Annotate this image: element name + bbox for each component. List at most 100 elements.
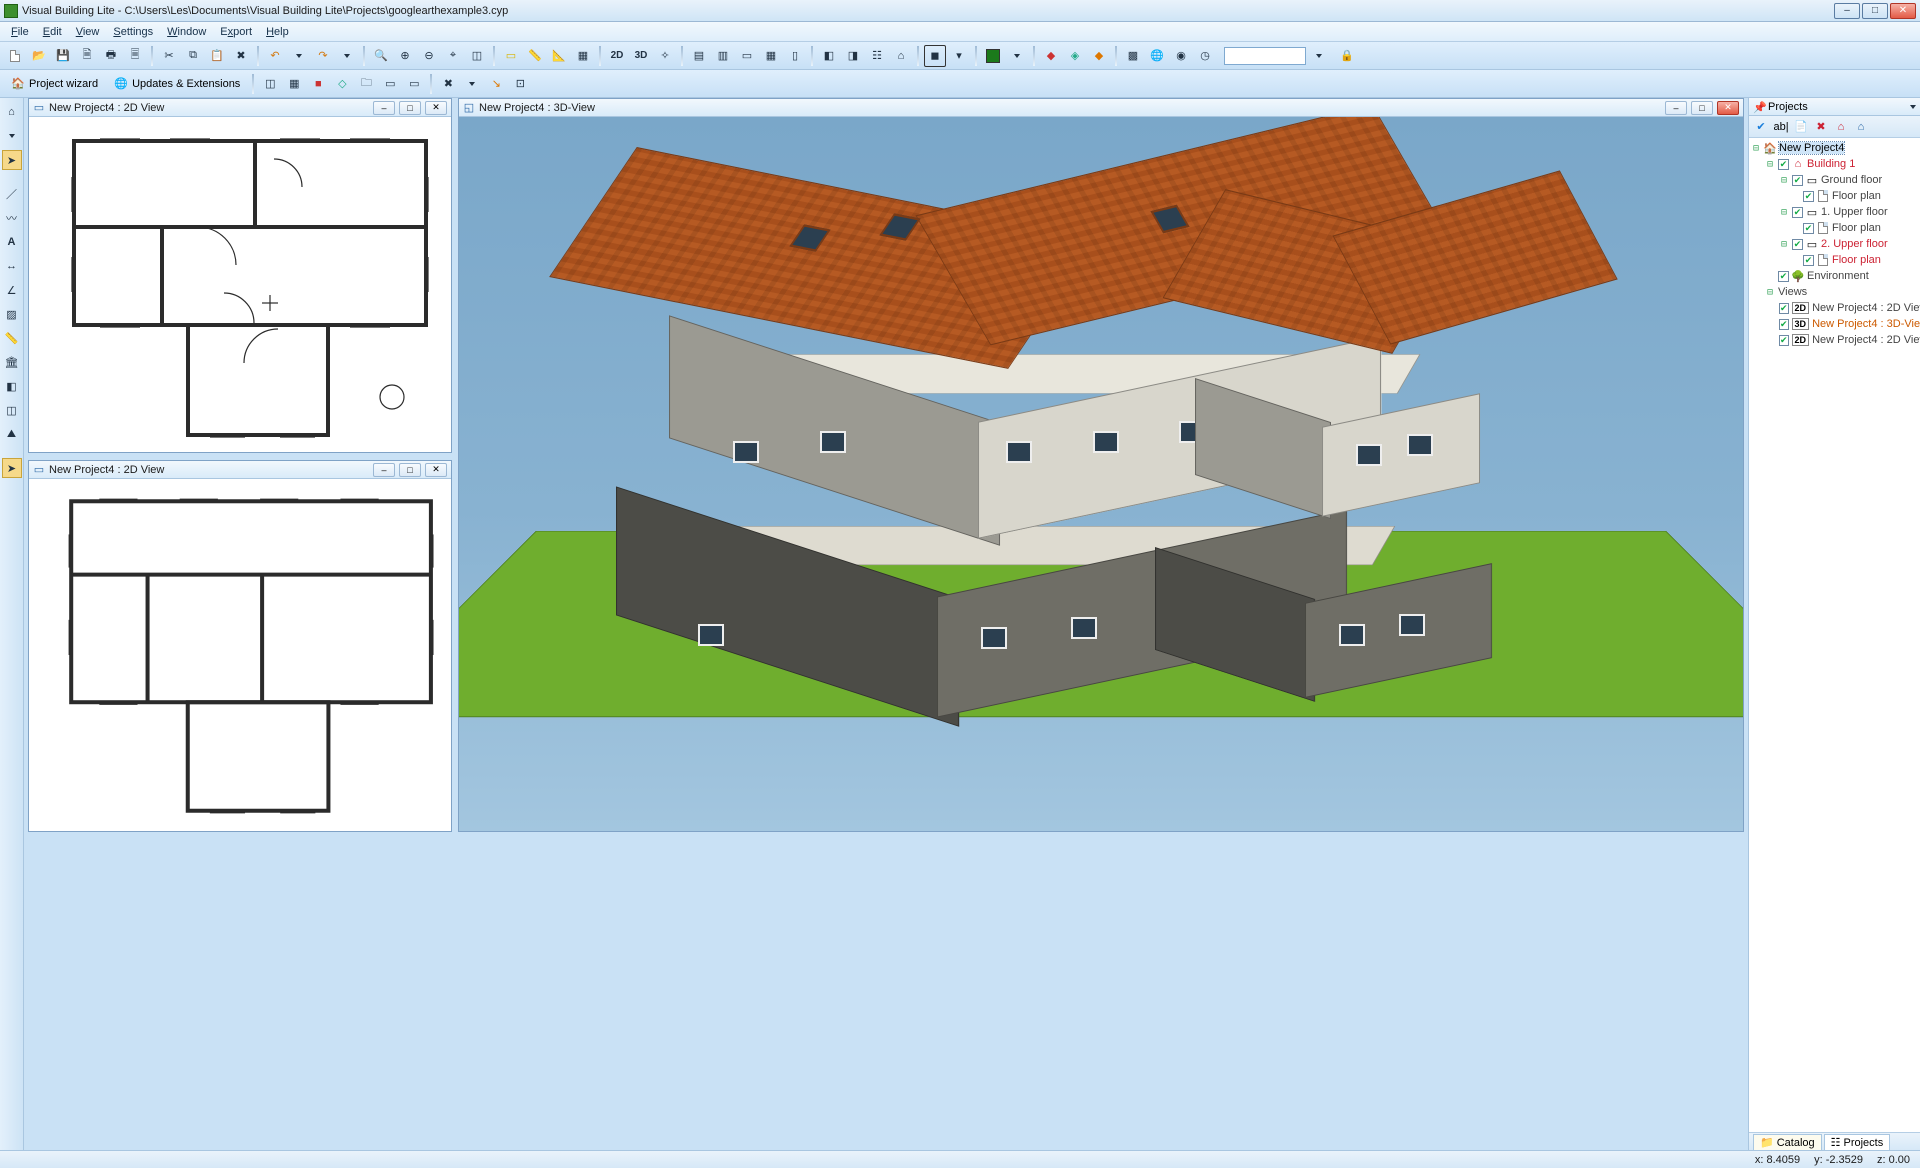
panel-dropdown-icon[interactable] <box>1910 105 1916 109</box>
tools-dropdown-icon[interactable] <box>461 73 483 95</box>
open-icon[interactable]: 📂 <box>28 45 50 67</box>
tree-toggle[interactable]: ⊟ <box>1779 175 1789 186</box>
window-list-icon[interactable]: ▦ <box>760 45 782 67</box>
panel-toggle-7-icon[interactable]: ▭ <box>403 73 425 95</box>
updates-button[interactable]: 🌐 Updates & Extensions <box>107 73 247 95</box>
tree-root[interactable]: New Project4 <box>1779 142 1844 154</box>
mdi-2d-view-a[interactable]: ▭ New Project4 : 2D View – □ ✕ <box>28 98 452 453</box>
view-3d-icon[interactable]: 3D <box>630 45 652 67</box>
tree-checkbox[interactable]: ✔ <box>1792 175 1803 186</box>
text-tool-icon[interactable]: A <box>2 232 22 252</box>
tree-upper2-plan[interactable]: Floor plan <box>1832 254 1881 266</box>
zoom-out-icon[interactable]: ⊖ <box>418 45 440 67</box>
globe-icon[interactable]: 🌐 <box>1146 45 1168 67</box>
mdi-2d-view-b[interactable]: ▭ New Project4 : 2D View – □ ✕ <box>28 460 452 832</box>
dimension-tool-icon[interactable]: ↔ <box>2 256 22 276</box>
select-tool-icon[interactable]: ➤ <box>2 458 22 478</box>
zoom-fit-icon[interactable]: 🔍 <box>370 45 392 67</box>
house-red-icon[interactable]: ⌂ <box>1833 119 1849 135</box>
menu-file[interactable]: File <box>4 24 36 40</box>
layers-toggle-icon[interactable]: ◨ <box>842 45 864 67</box>
panel-toggle-3-icon[interactable]: ■ <box>307 73 329 95</box>
floors-icon[interactable]: ☷ <box>866 45 888 67</box>
mdi-close-button[interactable]: ✕ <box>425 463 447 477</box>
house-blue-icon[interactable]: ⌂ <box>1853 119 1869 135</box>
tree-checkbox[interactable]: ✔ <box>1792 207 1803 218</box>
floorplan-b-canvas[interactable] <box>29 479 451 831</box>
check-icon[interactable]: ✔ <box>1753 119 1769 135</box>
terrain-tool-icon[interactable]: ⛰ <box>2 424 22 444</box>
panel-toggle-4-icon[interactable]: ◇ <box>331 73 353 95</box>
grid-icon[interactable]: ▦ <box>572 45 594 67</box>
panel-toggle-6-icon[interactable]: ▭ <box>379 73 401 95</box>
mdi-close-button[interactable]: ✕ <box>1717 101 1739 115</box>
dropdown-1-icon[interactable] <box>2 126 22 146</box>
mdi-min-button[interactable]: – <box>373 463 395 477</box>
menu-window[interactable]: Window <box>160 24 213 40</box>
rename-icon[interactable]: ab| <box>1773 119 1789 135</box>
save-icon[interactable]: 💾 <box>52 45 74 67</box>
building-parts-icon[interactable]: 🏛 <box>2 352 22 372</box>
tree-views[interactable]: Views <box>1778 286 1807 298</box>
delete-icon[interactable]: ✖ <box>230 45 252 67</box>
redo-dropdown-icon[interactable] <box>336 45 358 67</box>
tile-vertical-icon[interactable]: ▥ <box>712 45 734 67</box>
tree-checkbox[interactable]: ✔ <box>1792 239 1803 250</box>
building-tool-icon[interactable]: ⌂ <box>2 102 22 122</box>
cut-icon[interactable]: ✂ <box>158 45 180 67</box>
menu-view[interactable]: View <box>69 24 107 40</box>
copy-icon[interactable]: ⧉ <box>182 45 204 67</box>
section-icon[interactable]: ✧ <box>654 45 676 67</box>
mdi-max-button[interactable]: □ <box>399 101 421 115</box>
cascade-icon[interactable]: ▭ <box>736 45 758 67</box>
scene-3d-canvas[interactable] <box>459 117 1743 831</box>
tree-toggle[interactable]: ⊟ <box>1765 159 1775 170</box>
project-wizard-button[interactable]: 🏠 Project wizard <box>4 73 105 95</box>
floorplan-a-canvas[interactable] <box>29 117 451 452</box>
select-icon[interactable]: ▭ <box>500 45 522 67</box>
layers-icon[interactable]: ◧ <box>818 45 840 67</box>
hatch-tool-icon[interactable]: ▨ <box>2 304 22 324</box>
save-as-icon[interactable]: 🗎 <box>76 45 98 67</box>
ruler-vert-icon[interactable]: 📐 <box>548 45 570 67</box>
zoom-window-icon[interactable]: ⌖ <box>442 45 464 67</box>
menu-export[interactable]: Export <box>213 24 259 40</box>
view-tool-icon[interactable]: ◫ <box>2 400 22 420</box>
undo-icon[interactable]: ↶ <box>264 45 286 67</box>
texture-icon[interactable]: ▩ <box>1122 45 1144 67</box>
arrange-icon[interactable]: ▯ <box>784 45 806 67</box>
tree-building[interactable]: Building 1 <box>1807 158 1855 170</box>
tree-environment[interactable]: Environment <box>1807 270 1869 282</box>
tree-checkbox[interactable]: ✔ <box>1803 255 1814 266</box>
tree-ground-plan[interactable]: Floor plan <box>1832 190 1881 202</box>
mdi-min-button[interactable]: – <box>1665 101 1687 115</box>
zoom-in-icon[interactable]: ⊕ <box>394 45 416 67</box>
new-folder-icon[interactable]: 📄 <box>1793 119 1809 135</box>
polyline-tool-icon[interactable]: 〰 <box>2 208 22 228</box>
tree-toggle[interactable]: ⊟ <box>1779 207 1789 218</box>
lock-icon[interactable]: 🔒 <box>1336 45 1358 67</box>
tree-checkbox[interactable]: ✔ <box>1803 223 1814 234</box>
input-dropdown-icon[interactable] <box>1308 45 1330 67</box>
tree-upper1-plan[interactable]: Floor plan <box>1832 222 1881 234</box>
material-red-icon[interactable]: ◆ <box>1040 45 1062 67</box>
undo-dropdown-icon[interactable] <box>288 45 310 67</box>
mdi-max-button[interactable]: □ <box>399 463 421 477</box>
line-tool-icon[interactable]: ／ <box>2 184 22 204</box>
ruler-icon[interactable]: 📏 <box>524 45 546 67</box>
panel-toggle-5-icon[interactable]: 🗀 <box>355 73 377 95</box>
section-tool-icon[interactable]: ◧ <box>2 376 22 396</box>
tree-view-2[interactable]: New Project4 : 3D-View <box>1812 318 1920 330</box>
tree-toggle[interactable]: ⊟ <box>1779 239 1789 250</box>
zoom-selected-icon[interactable]: ◫ <box>466 45 488 67</box>
tree-view-3[interactable]: New Project4 : 2D View <box>1812 334 1920 346</box>
pin-icon[interactable]: 📌 <box>1753 101 1765 113</box>
mdi-close-button[interactable]: ✕ <box>425 101 447 115</box>
tree-upper2[interactable]: 2. Upper floor <box>1821 238 1888 250</box>
snap-icon[interactable]: ⊡ <box>509 73 531 95</box>
print-icon[interactable]: 🖶 <box>100 45 122 67</box>
tree-checkbox[interactable]: ✔ <box>1778 159 1789 170</box>
menu-help[interactable]: Help <box>259 24 296 40</box>
tab-catalog[interactable]: 📁 Catalog <box>1753 1134 1822 1150</box>
pointer-tool-icon[interactable]: ➤ <box>2 150 22 170</box>
